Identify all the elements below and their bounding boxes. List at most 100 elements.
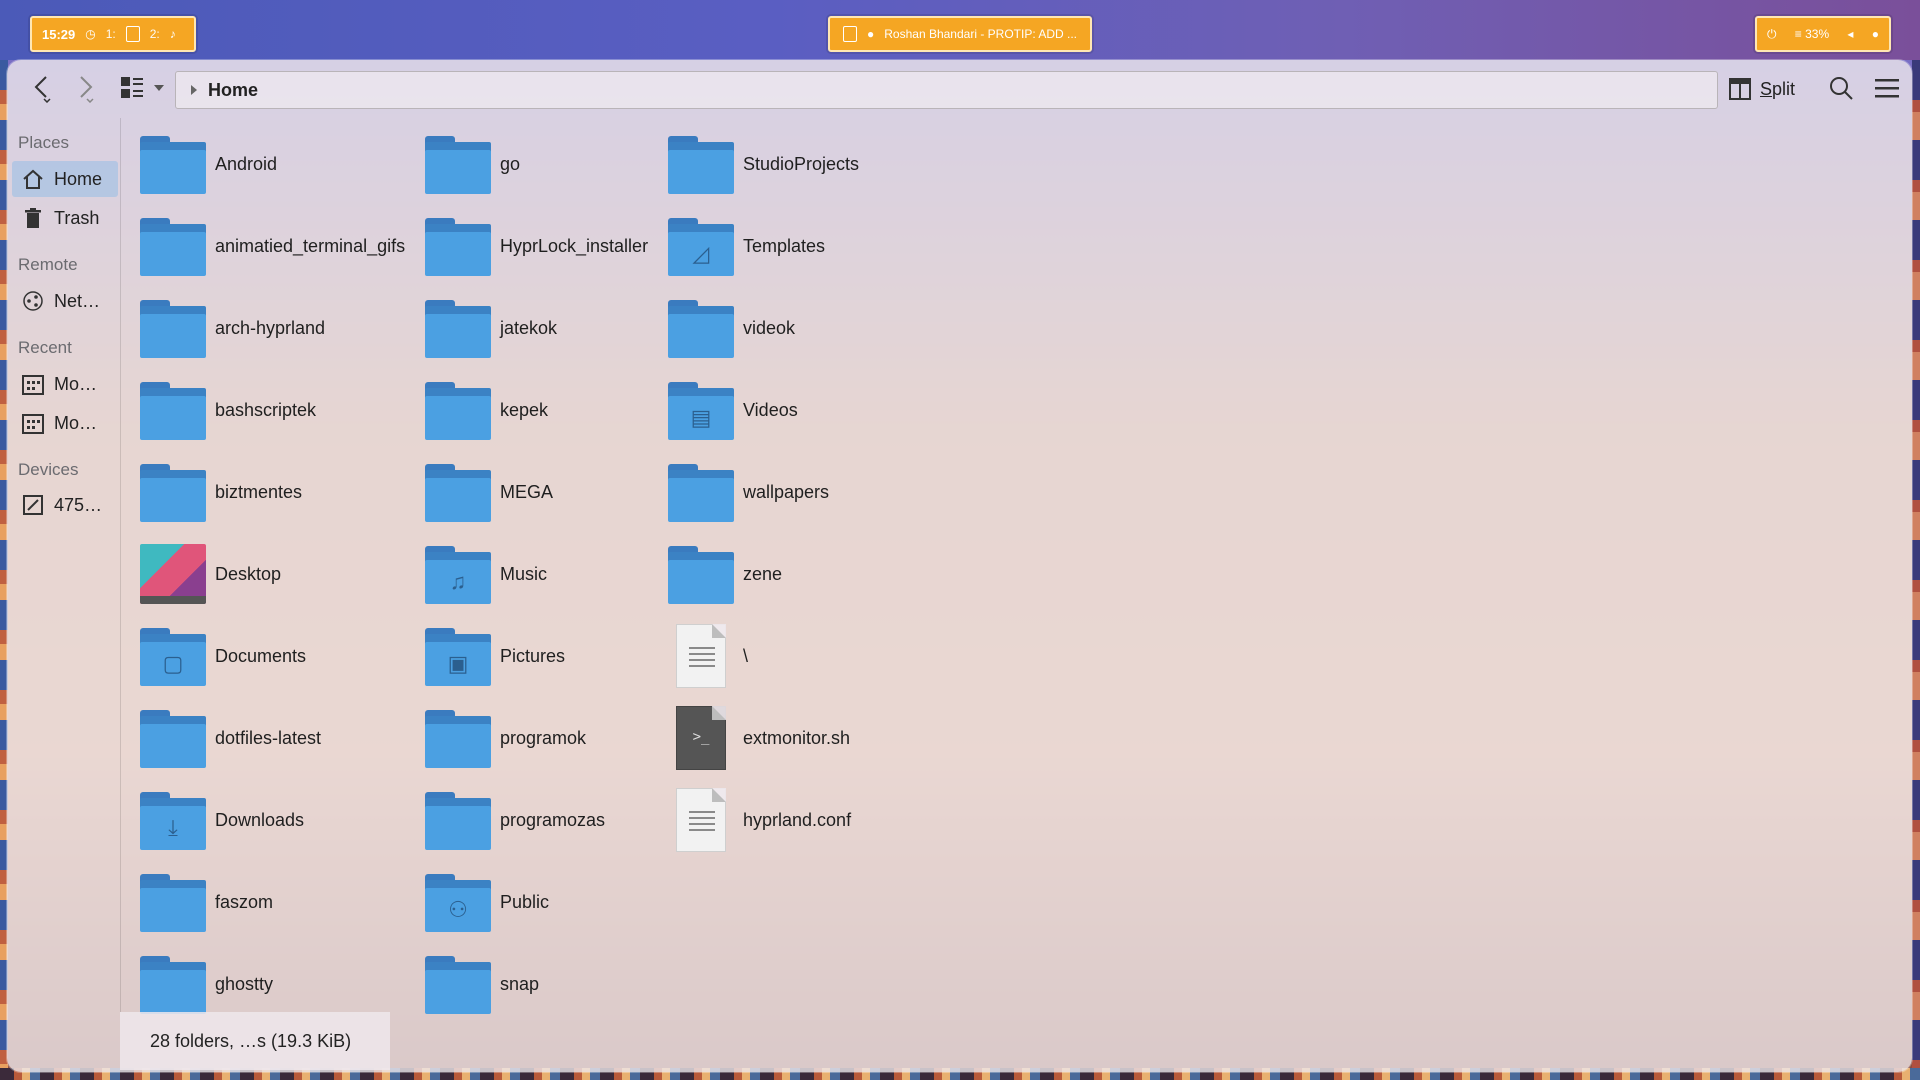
sidebar-item-label: Home <box>54 168 103 189</box>
forward-button[interactable] <box>67 70 103 106</box>
folder-icon <box>668 462 734 522</box>
file-item[interactable]: programozas <box>425 788 605 852</box>
power-icon[interactable]: ⏻ <box>1767 27 1777 42</box>
file-item[interactable]: ▣ Pictures <box>425 624 565 688</box>
file-name: Videos <box>743 399 798 420</box>
search-button[interactable] <box>1823 70 1859 106</box>
folder-icon <box>140 872 206 932</box>
file-item[interactable]: go <box>425 132 520 196</box>
split-button[interactable]: Split <box>1720 72 1803 106</box>
folder-icon <box>668 544 734 604</box>
calendar-icon <box>22 414 44 434</box>
file-name: extmonitor.sh <box>743 727 851 748</box>
sidebar-item-home[interactable]: Home <box>12 161 118 197</box>
calendar-icon <box>22 375 44 395</box>
section-places: Places <box>18 133 70 152</box>
file-item[interactable]: videok <box>668 296 795 360</box>
file-name: StudioProjects <box>743 153 860 174</box>
folder-icon <box>425 790 491 850</box>
folder-icon <box>425 708 491 768</box>
workspace-1[interactable]: 1: <box>106 27 116 41</box>
file-item[interactable]: jatekok <box>425 296 557 360</box>
file-item[interactable]: snap <box>425 952 539 1016</box>
sidebar-item-device[interactable]: 475… <box>12 487 118 523</box>
sidebar-item-recent-2[interactable]: Mo… <box>12 405 118 441</box>
file-item[interactable]: ◿ Templates <box>668 214 825 278</box>
file-name: Android <box>215 153 278 174</box>
file-item[interactable]: bashscriptek <box>140 378 316 442</box>
folder-icon <box>140 134 206 194</box>
breadcrumb[interactable]: Home <box>175 71 1718 109</box>
folder-icon <box>425 462 491 522</box>
file-item[interactable]: faszom <box>140 870 273 934</box>
file-item[interactable]: hyprland.conf <box>668 788 851 852</box>
file-item[interactable]: ⚇ Public <box>425 870 549 934</box>
sidebar-item-network[interactable]: Net… <box>12 283 118 319</box>
file-item[interactable]: ghostty <box>140 952 273 1016</box>
microphone-icon[interactable]: ● <box>1872 27 1879 41</box>
breadcrumb-home[interactable]: Home <box>208 80 258 101</box>
volume-icon[interactable]: ◂ <box>1847 27 1853 41</box>
section-recent: Recent <box>18 338 72 357</box>
folder-icon <box>140 462 206 522</box>
text-file-icon <box>668 624 734 688</box>
system-tray-pill[interactable]: ⏻ ≡ 33% ◂ ● <box>1755 16 1891 52</box>
file-item[interactable]: MEGA <box>425 460 553 524</box>
file-name: Downloads <box>215 809 305 830</box>
file-item[interactable]: ▢ Documents <box>140 624 306 688</box>
sidebar-item-trash[interactable]: Trash <box>12 200 118 236</box>
battery-icon: ≡ <box>1794 27 1802 41</box>
file-item[interactable]: ♫ Music <box>425 542 547 606</box>
file-item[interactable]: ▤ Videos <box>668 378 798 442</box>
browser-icon: ● <box>867 27 875 41</box>
menu-button[interactable] <box>1869 70 1905 106</box>
active-window-pill[interactable]: ● Roshan Bhandari - PROTIP: ADD ... <box>828 16 1092 52</box>
bell-icon: ♪ <box>169 27 176 41</box>
battery-status[interactable]: ≡ 33% <box>1795 27 1829 41</box>
music-folder-icon: ♫ <box>425 544 491 604</box>
back-button[interactable] <box>24 70 60 106</box>
status-summary: 28 folders, …s (19.3 KiB) <box>150 1030 352 1051</box>
workspace-2[interactable]: 2: <box>150 27 160 41</box>
clock[interactable]: 15:29 <box>42 27 75 42</box>
file-item[interactable]: wallpapers <box>668 460 829 524</box>
file-item[interactable]: Desktop <box>140 542 281 606</box>
pictures-folder-icon: ▣ <box>425 626 491 686</box>
file-name: arch-hyprland <box>215 317 326 338</box>
config-file-icon <box>668 788 734 852</box>
chevron-down-icon <box>154 85 164 91</box>
folder-icon <box>425 954 491 1014</box>
home-icon <box>23 169 43 189</box>
file-item[interactable]: HyprLock_installer <box>425 214 648 278</box>
sidebar-divider[interactable] <box>120 118 121 1012</box>
places-sidebar: Places Home Trash Remote Net… Recent Mo…… <box>7 118 120 1072</box>
file-item[interactable]: zene <box>668 542 782 606</box>
templates-folder-icon: ◿ <box>668 216 734 276</box>
clock-workspace-pill[interactable]: 15:29 ◷ 1: 2: ♪ <box>30 16 196 52</box>
file-item[interactable]: biztmentes <box>140 460 302 524</box>
hamburger-menu-icon <box>1875 79 1899 98</box>
view-mode-button[interactable] <box>115 70 151 106</box>
trash-icon <box>25 208 41 228</box>
file-item[interactable]: \ <box>668 624 748 688</box>
file-name: HyprLock_installer <box>500 235 649 256</box>
file-item[interactable]: animatied_terminal_gifs <box>140 214 405 278</box>
section-remote: Remote <box>18 255 78 274</box>
file-item[interactable]: >_ extmonitor.sh <box>668 706 850 770</box>
sidebar-item-recent-1[interactable]: Mo… <box>12 366 118 402</box>
view-mode-dropdown[interactable] <box>149 70 169 106</box>
drive-icon <box>23 495 43 515</box>
file-item[interactable]: dotfiles-latest <box>140 706 321 770</box>
file-item[interactable]: ⤓ Downloads <box>140 788 304 852</box>
file-item[interactable]: StudioProjects <box>668 132 859 196</box>
chevron-left-icon <box>34 76 51 103</box>
file-item[interactable]: arch-hyprland <box>140 296 325 360</box>
top-bar: 15:29 ◷ 1: 2: ♪ ● Roshan Bhandari - PROT… <box>0 0 1920 62</box>
file-item[interactable]: Android <box>140 132 277 196</box>
folder-icon <box>425 216 491 276</box>
file-item[interactable]: programok <box>425 706 586 770</box>
sidebar-item-label: 475… <box>54 494 103 515</box>
file-item[interactable]: kepek <box>425 378 548 442</box>
sidebar-item-label: Mo… <box>54 373 98 394</box>
videos-folder-icon: ▤ <box>668 380 734 440</box>
